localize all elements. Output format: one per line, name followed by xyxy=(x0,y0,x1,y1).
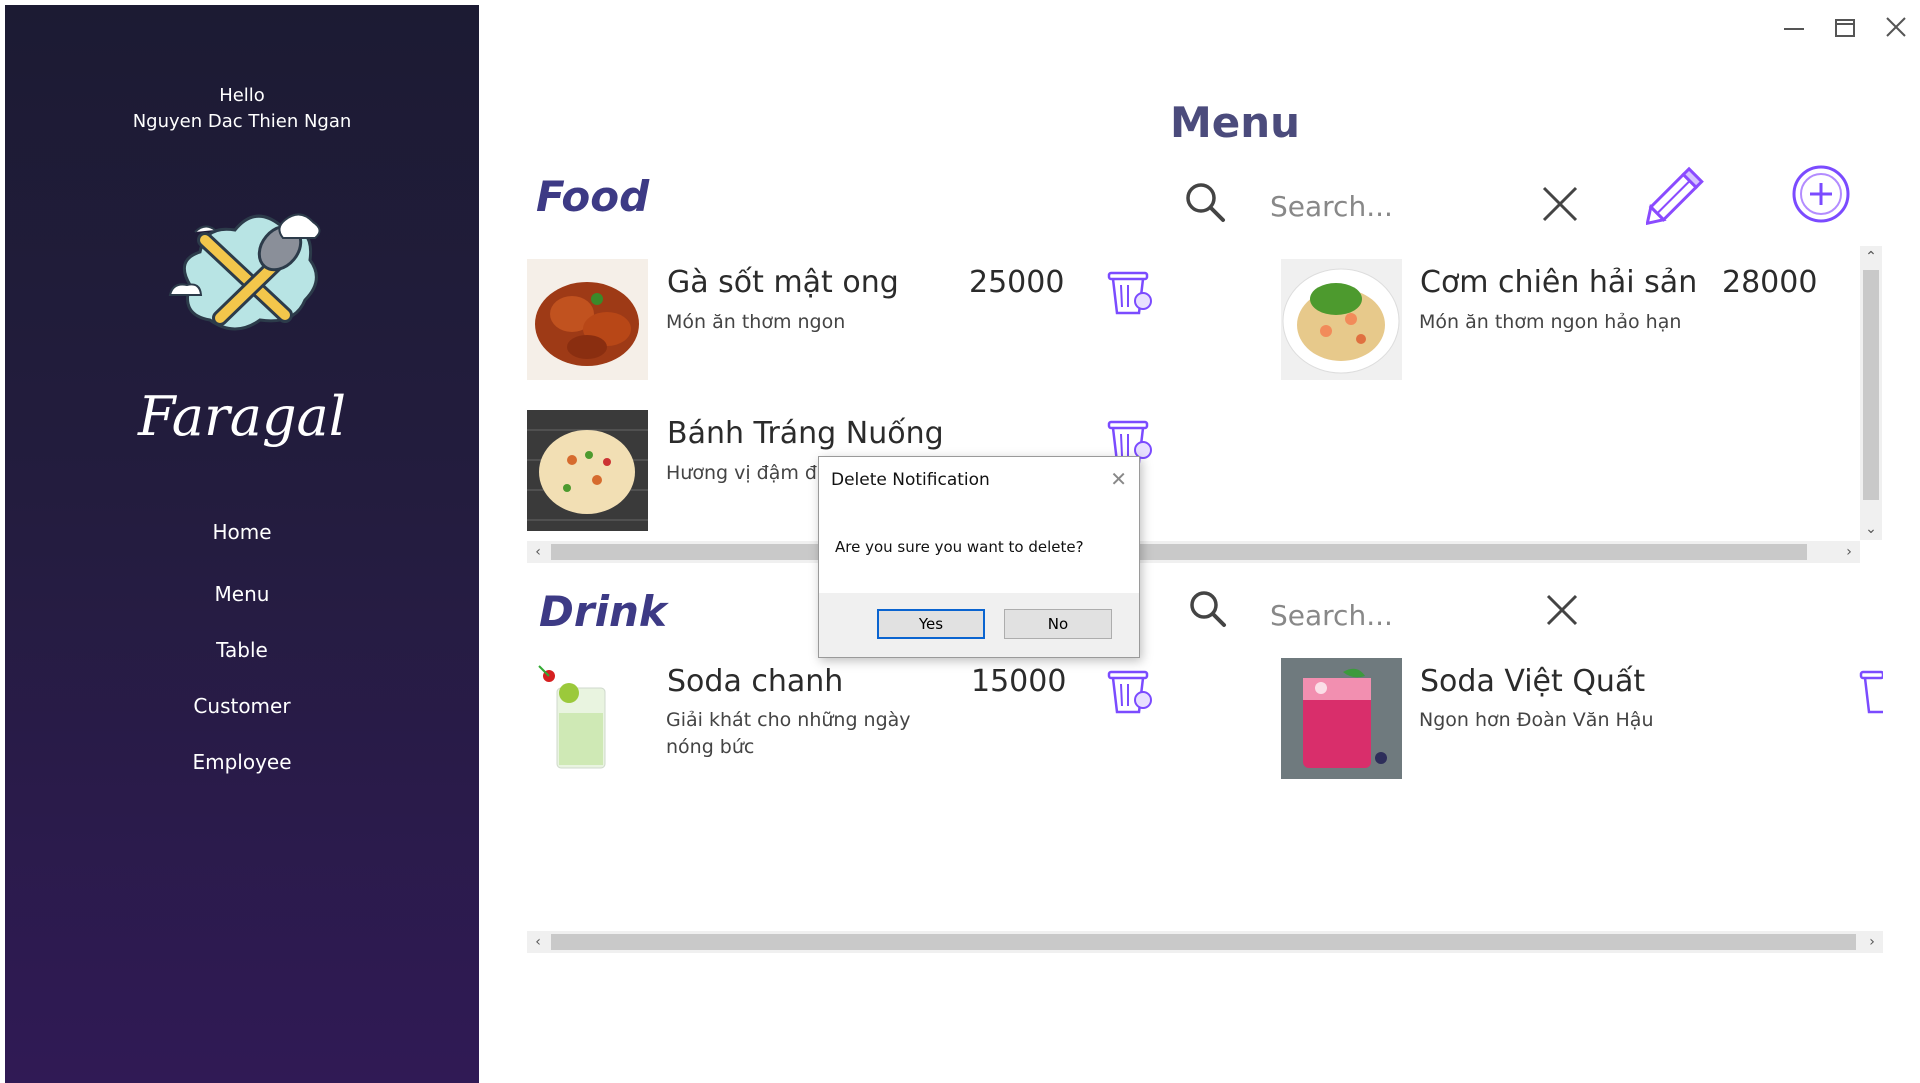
drink-item-desc: Giải khát cho những ngày nóng bức xyxy=(666,709,911,758)
drink-item-name: Soda Việt Quất xyxy=(1420,664,1646,699)
food-item-price: 28000 xyxy=(1722,265,1818,300)
dialog-message: Are you sure you want to delete? xyxy=(835,538,1084,556)
delete-dialog: Delete Notification ✕ Are you sure you w… xyxy=(818,456,1140,658)
greeting-block: Hello Nguyen Dac Thien Ngan xyxy=(5,83,479,135)
drink-clear-search-icon[interactable] xyxy=(1544,592,1580,628)
dialog-close-icon[interactable]: ✕ xyxy=(1110,467,1127,491)
drink-search-input[interactable] xyxy=(1268,594,1532,636)
nav-employee[interactable]: Employee xyxy=(5,750,479,774)
maximize-button[interactable] xyxy=(1827,12,1863,42)
trash-icon[interactable] xyxy=(1857,664,1883,716)
scroll-thumb[interactable] xyxy=(1863,270,1879,500)
food-item-desc: Hương vị đậm đ xyxy=(666,462,817,484)
brand-name: Faragal xyxy=(137,385,347,448)
trash-icon[interactable] xyxy=(1105,265,1155,317)
drink-item-desc: Ngon hơn Đoàn Văn Hậu xyxy=(1419,709,1654,731)
scroll-right-icon[interactable]: › xyxy=(1861,931,1883,953)
food-item-desc: Món ăn thơm ngon xyxy=(666,311,846,333)
logo-icon xyxy=(168,213,321,331)
nav-table[interactable]: Table xyxy=(5,638,479,662)
nav-customer[interactable]: Customer xyxy=(5,694,479,718)
add-item-icon[interactable] xyxy=(1791,164,1851,224)
nav-menu[interactable]: Menu xyxy=(5,582,479,606)
greeting-text: Hello xyxy=(219,85,265,106)
drink-item-name: Soda chanh xyxy=(667,664,844,699)
drink-search-icon[interactable] xyxy=(1188,589,1228,629)
food-image-ga-sot xyxy=(527,259,648,380)
close-window-button[interactable] xyxy=(1878,12,1914,42)
trash-icon[interactable] xyxy=(1105,664,1155,716)
dialog-footer: Yes No xyxy=(819,593,1139,657)
food-search-input[interactable] xyxy=(1268,185,1532,227)
drink-item-price: 15000 xyxy=(971,664,1067,699)
food-item-price: 25000 xyxy=(969,265,1065,300)
food-search-icon[interactable] xyxy=(1183,180,1227,224)
food-image-banh-trang xyxy=(527,410,648,531)
edit-pencil-icon[interactable] xyxy=(1646,165,1708,225)
drink-image-soda-chanh xyxy=(527,658,648,779)
page-title: Menu xyxy=(1170,98,1301,147)
drink-image-soda-viet-quat xyxy=(1281,658,1402,779)
food-section-title: Food xyxy=(536,172,650,221)
scroll-thumb[interactable] xyxy=(551,544,1807,560)
food-item-name: Gà sốt mật ong xyxy=(667,265,899,300)
scroll-left-icon[interactable]: ‹ xyxy=(527,541,549,563)
minimize-icon xyxy=(1784,28,1804,30)
scroll-right-icon[interactable]: › xyxy=(1838,541,1860,563)
minimize-button[interactable] xyxy=(1776,12,1812,42)
sidebar: Hello Nguyen Dac Thien Ngan Faragal Home… xyxy=(5,5,479,1083)
scroll-left-icon[interactable]: ‹ xyxy=(527,931,549,953)
user-name: Nguyen Dac Thien Ngan xyxy=(132,111,352,132)
dialog-title: Delete Notification xyxy=(831,470,990,490)
drink-section-title: Drink xyxy=(539,587,667,636)
close-icon xyxy=(1886,17,1906,37)
food-horizontal-scrollbar[interactable]: ‹ › xyxy=(527,541,1860,563)
drink-horizontal-scrollbar[interactable]: ‹ › xyxy=(527,931,1883,953)
food-item-desc: Món ăn thơm ngon hảo hạn xyxy=(1419,311,1682,333)
food-item-name: Cơm chiên hải sản xyxy=(1420,265,1698,300)
food-image-com-chien xyxy=(1281,259,1402,380)
scroll-up-icon[interactable]: ⌃ xyxy=(1860,246,1882,268)
yes-button[interactable]: Yes xyxy=(877,609,985,639)
restore-icon xyxy=(1835,19,1855,37)
scroll-thumb[interactable] xyxy=(551,934,1856,950)
nav-home[interactable]: Home xyxy=(5,520,479,544)
food-item-name: Bánh Tráng Nuống xyxy=(667,416,944,451)
scroll-down-icon[interactable]: ⌄ xyxy=(1860,518,1882,540)
food-vertical-scrollbar[interactable]: ⌃ ⌄ xyxy=(1860,246,1882,540)
food-clear-search-icon[interactable] xyxy=(1540,184,1580,224)
no-button[interactable]: No xyxy=(1004,609,1112,639)
